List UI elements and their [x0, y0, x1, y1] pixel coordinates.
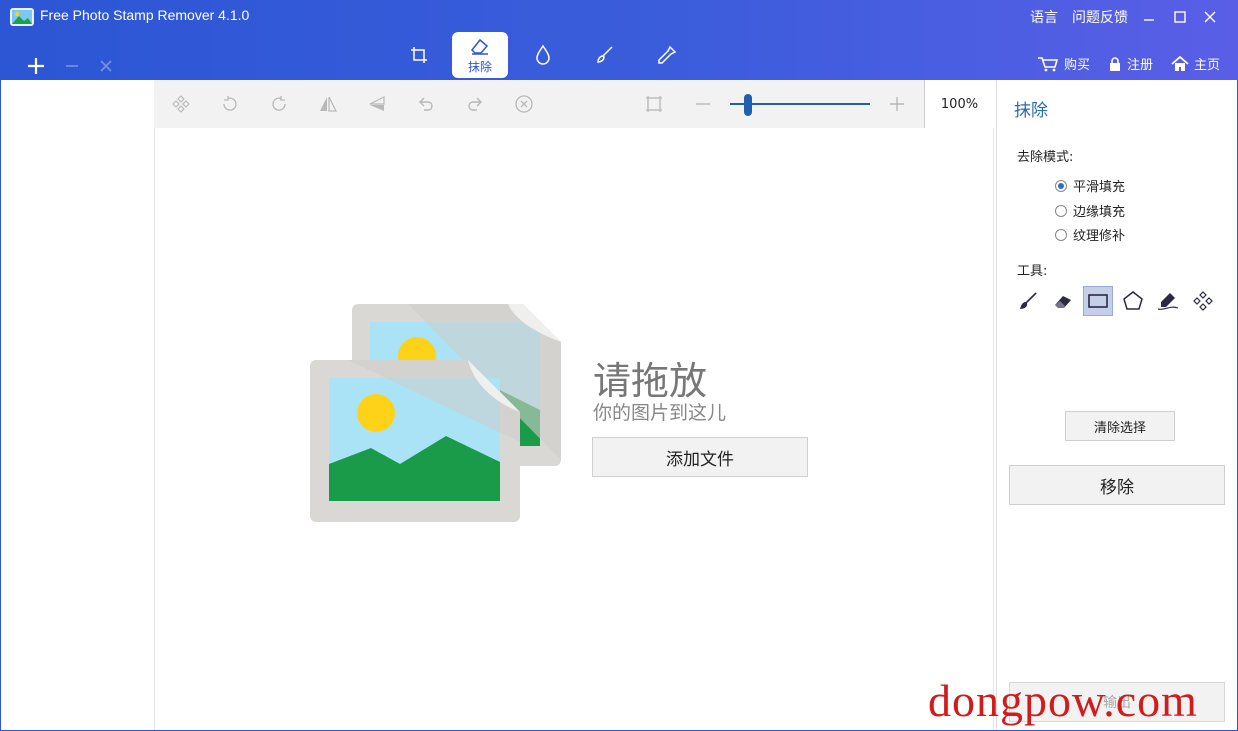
watermark-text: dongpow.com — [928, 675, 1198, 726]
cart-icon — [1037, 56, 1059, 71]
tools-label: 工具: — [1017, 264, 1048, 279]
remove-button[interactable]: 移除 — [1009, 465, 1225, 505]
tool-lasso[interactable] — [1153, 286, 1183, 316]
undo-icon — [419, 97, 433, 111]
app-logo-icon — [10, 8, 34, 26]
panel-title: 抹除 — [1014, 101, 1048, 121]
zoom-slider-thumb[interactable] — [744, 94, 753, 116]
feedback-link[interactable]: 问题反馈 — [1072, 7, 1128, 27]
home-link[interactable]: 主页 — [1171, 54, 1220, 73]
redo-button[interactable] — [451, 80, 499, 128]
polygon-select-icon — [1123, 291, 1143, 310]
fit-screen-icon — [646, 96, 662, 112]
zoom-percentage: 100% — [924, 80, 994, 128]
flip-horizontal-button[interactable] — [304, 80, 352, 128]
buy-link[interactable]: 购买 — [1037, 54, 1090, 73]
close-icon[interactable] — [1198, 6, 1222, 28]
language-link[interactable]: 语言 — [1030, 7, 1058, 27]
rectangle-select-icon — [1088, 294, 1108, 308]
images-placeholder-icon — [310, 304, 561, 522]
tab-erase-label: 抹除 — [467, 59, 492, 74]
drop-title: 请拖放 — [593, 359, 708, 403]
mode-option-edge[interactable]: 边缘填充 — [1055, 201, 1125, 220]
move-icon — [172, 95, 190, 113]
zoom-out-button[interactable] — [679, 80, 727, 128]
tab-fill[interactable] — [515, 32, 571, 78]
flip-vertical-button[interactable] — [353, 80, 401, 128]
flip-horizontal-icon — [320, 96, 337, 112]
tab-clone[interactable] — [639, 32, 695, 78]
brush-icon — [1020, 292, 1037, 309]
file-list-pane — [0, 80, 154, 731]
lasso-pen-icon — [1157, 293, 1179, 311]
tab-crop[interactable] — [391, 32, 447, 78]
drop-subtitle: 你的图片到这儿 — [593, 402, 727, 424]
brush-icon — [597, 46, 613, 63]
tab-erase[interactable]: 抹除 — [452, 32, 508, 78]
tool-rectangle[interactable] — [1083, 286, 1113, 316]
rotate-left-icon — [223, 96, 237, 111]
home-label: 主页 — [1193, 58, 1220, 73]
title-bar: Free Photo Stamp Remover 4.1.0 语言 问题反馈 抹… — [0, 0, 1238, 80]
flip-vertical-icon — [369, 96, 385, 111]
tool-move[interactable] — [1188, 286, 1218, 316]
zoom-in-icon — [890, 97, 904, 111]
lock-icon — [1109, 56, 1120, 71]
buy-label: 购买 — [1063, 58, 1090, 73]
tool-brush[interactable] — [1013, 286, 1043, 316]
rotate-left-button[interactable] — [206, 80, 254, 128]
clear-selection-button[interactable]: 清除选择 — [1065, 411, 1175, 441]
image-canvas[interactable] — [154, 128, 994, 731]
minimize-icon[interactable] — [1137, 6, 1161, 28]
mode-option-texture[interactable]: 纹理修补 — [1055, 225, 1125, 244]
zoom-out-icon — [696, 103, 710, 105]
tab-brush[interactable] — [577, 32, 633, 78]
tool-polygon[interactable] — [1118, 286, 1148, 316]
tool-eraser[interactable] — [1048, 286, 1078, 316]
radio-edge[interactable] — [1055, 204, 1067, 217]
maximize-icon[interactable] — [1168, 6, 1192, 28]
eraser-icon — [470, 38, 489, 55]
redo-icon — [468, 97, 482, 111]
eraser-icon — [1055, 296, 1071, 308]
home-icon — [1171, 55, 1189, 71]
zoom-in-button[interactable] — [873, 80, 921, 128]
fit-screen-button[interactable] — [630, 80, 678, 128]
stamp-icon — [658, 45, 677, 64]
remove-item-icon[interactable] — [63, 56, 81, 76]
drop-icon — [536, 44, 550, 65]
rotate-right-button[interactable] — [255, 80, 303, 128]
mode-option-smooth[interactable]: 平滑填充 — [1055, 176, 1125, 195]
mode-edge-label: 边缘填充 — [1073, 205, 1126, 220]
register-label: 注册 — [1126, 58, 1153, 73]
radio-smooth[interactable] — [1055, 179, 1067, 192]
add-icon[interactable] — [24, 54, 48, 78]
rotate-right-icon — [272, 96, 286, 111]
move-icon — [1193, 291, 1213, 311]
register-link[interactable]: 注册 — [1108, 54, 1153, 73]
header-links: 购买 注册 主页 — [1037, 54, 1220, 73]
radio-texture[interactable] — [1055, 228, 1067, 241]
undo-button[interactable] — [402, 80, 450, 128]
cancel-button[interactable] — [500, 80, 548, 128]
top-links: 语言 问题反馈 — [1030, 7, 1128, 27]
move-button[interactable] — [157, 80, 205, 128]
removal-mode-label: 去除模式: — [1017, 150, 1074, 165]
cancel-circle-icon — [515, 95, 533, 113]
mode-texture-label: 纹理修补 — [1073, 229, 1126, 244]
mode-smooth-label: 平滑填充 — [1073, 180, 1126, 195]
window-title: Free Photo Stamp Remover 4.1.0 — [40, 7, 250, 23]
crop-icon — [411, 47, 427, 63]
add-file-button[interactable]: 添加文件 — [592, 437, 808, 477]
clear-all-icon[interactable] — [97, 56, 115, 76]
